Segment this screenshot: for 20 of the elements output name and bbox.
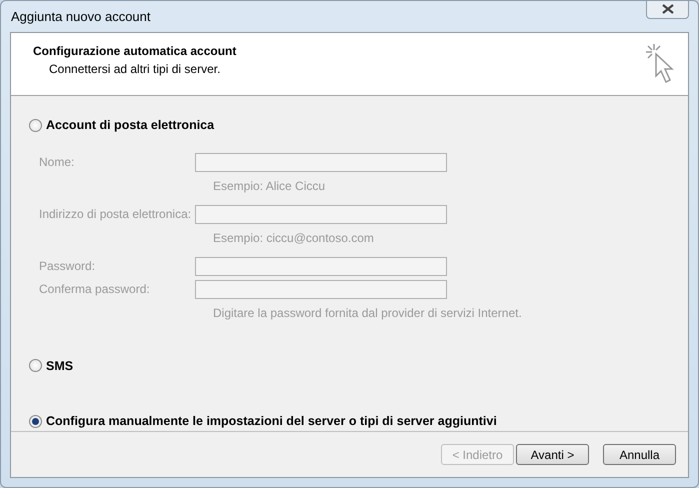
close-icon (662, 4, 674, 14)
dialog-button[interactable]: Avanti > (516, 444, 589, 465)
dialog-button[interactable]: Annulla (603, 444, 676, 465)
hint-text: Esempio: Alice Ciccu (213, 178, 326, 194)
header-subtitle: Connettersi ad altri tipi di server. (48, 60, 222, 78)
radio-button[interactable] (29, 415, 42, 428)
field-label: Nome: (39, 154, 76, 171)
field-label: Password: (39, 258, 96, 275)
radio-button[interactable] (29, 118, 42, 132)
hint-text: Digitare la password fornita dal provider di servizi Internet. (213, 304, 523, 322)
header-title: Configurazione automatica account (33, 42, 236, 60)
option-label: Configura manualmente le impostazioni del server o tipi di server aggiuntivi (46, 413, 497, 430)
field-label: Conferma password: (39, 281, 151, 298)
window-title: Aggiunta nuovo account (11, 8, 150, 26)
hint-text: Esempio: ciccu@contoso.com (213, 230, 375, 246)
field-label: Indirizzo di posta elettronica: (39, 206, 192, 223)
radio-button[interactable] (29, 359, 42, 372)
close-button[interactable] (646, 0, 689, 19)
option-label: Account di posta elettronica (46, 116, 214, 134)
option-label: SMS (46, 358, 74, 374)
